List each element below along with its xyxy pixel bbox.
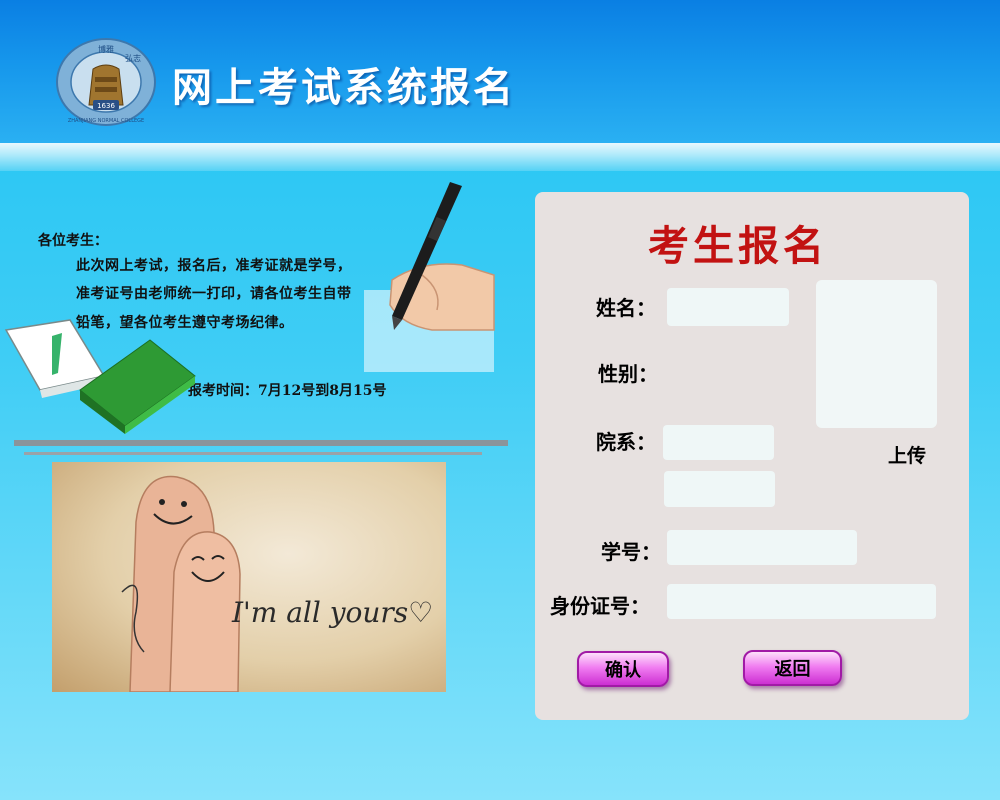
confirm-button[interactable]: 确认 <box>577 651 669 687</box>
photo-caption: I'm all yours♡ <box>231 596 433 629</box>
divider <box>24 452 482 455</box>
logo-motto-2: 弘志 <box>125 53 141 63</box>
notice-line: 准考证号由老师统一打印，请各位考生自带 <box>76 286 352 302</box>
back-button[interactable]: 返回 <box>743 650 842 686</box>
department-label: 院系： <box>596 430 656 454</box>
gender-label: 性别： <box>598 362 658 386</box>
department-input[interactable] <box>663 425 774 460</box>
divider <box>14 440 508 446</box>
student-id-label: 学号： <box>601 540 661 564</box>
photo-upload-box[interactable] <box>816 280 937 428</box>
name-input[interactable] <box>667 288 789 326</box>
registration-title: 考生报名 <box>648 222 828 270</box>
finger-couple-photo: I'm all yours♡ <box>52 462 446 692</box>
upload-button[interactable]: 上传 <box>888 441 926 468</box>
photo-illustration: I'm all yours♡ <box>121 475 433 692</box>
site-title: 网上考试系统报名 <box>172 64 516 111</box>
logo-year: 1636 <box>97 102 115 110</box>
major-input[interactable] <box>664 471 775 507</box>
college-logo: 1636 博雅 弘志 ZHANJIANG NORMAL COLLEGE <box>56 38 156 126</box>
logo-college-name: ZHANJIANG NORMAL COLLEGE <box>68 118 144 124</box>
pen-writing-icon <box>364 182 495 372</box>
notice-line: 此次网上考试，报名后，准考证就是学号， <box>76 258 352 274</box>
student-id-input[interactable] <box>667 530 857 565</box>
notice-heading: 各位考生： <box>38 233 108 249</box>
logo-motto-1: 博雅 <box>98 44 114 54</box>
id-card-label: 身份证号： <box>550 594 650 618</box>
header-stripe <box>0 143 1000 171</box>
exam-period-text: 报考时间：7月12号到8月15号 <box>188 383 387 399</box>
book-icon <box>4 319 196 434</box>
id-card-input[interactable] <box>667 584 936 619</box>
name-label: 姓名： <box>596 296 656 320</box>
